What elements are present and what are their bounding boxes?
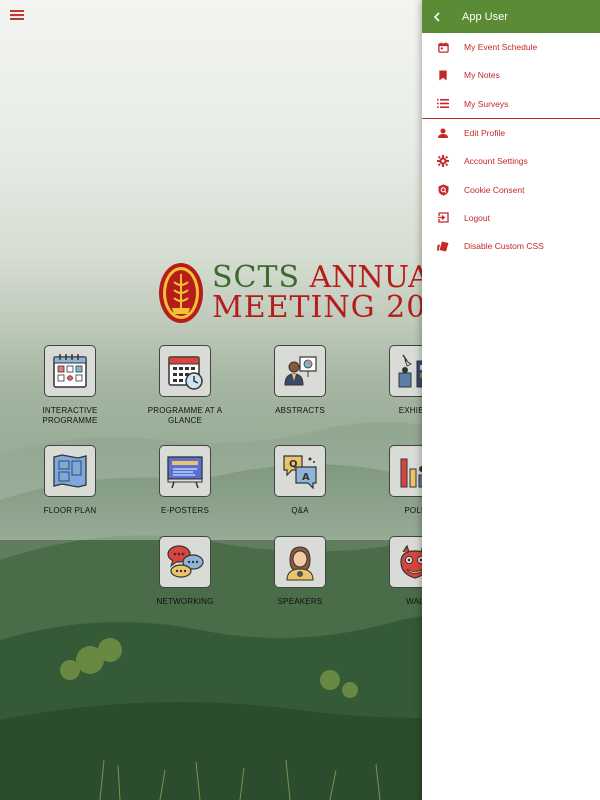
person-icon [422, 128, 464, 139]
tile-label: Q&A [291, 506, 309, 515]
tile-interactive-programme[interactable]: INTERACTIVE PROGRAMME [15, 345, 125, 426]
drawer-item-disable-custom-css[interactable]: Disable Custom CSS [422, 232, 600, 260]
calendar-icon [422, 42, 464, 53]
tile-speakers[interactable]: SPEAKERS [245, 536, 355, 607]
tile-label: ABSTRACTS [275, 406, 325, 415]
drawer-item-label: Account Settings [464, 156, 528, 167]
back-arrow-icon[interactable] [422, 0, 452, 33]
hamburger-menu-icon[interactable] [10, 10, 24, 22]
tile-label: PROGRAMME AT A GLANCE [147, 406, 223, 425]
drawer-item-label: Disable Custom CSS [464, 241, 544, 252]
qa-bubbles-icon: Q A [274, 445, 326, 497]
drawer-item-account-settings[interactable]: Account Settings [422, 147, 600, 175]
tile-abstracts[interactable]: ABSTRACTS [245, 345, 355, 416]
drawer-item-my-event-schedule[interactable]: My Event Schedule [422, 33, 600, 61]
tile-label: INTERACTIVE PROGRAMME [42, 406, 98, 425]
poster-board-icon [159, 445, 211, 497]
tile-programme-at-a-glance[interactable]: PROGRAMME AT A GLANCE [130, 345, 240, 426]
svg-text:A: A [302, 472, 310, 483]
presenter-icon [274, 345, 326, 397]
navigation-drawer: App User My Event Schedule My Notes My S… [422, 0, 600, 800]
drawer-item-label: My Event Schedule [464, 42, 538, 53]
tile-label: FLOOR PLAN [43, 506, 97, 515]
calendar-clock-icon [159, 345, 211, 397]
css-icon [422, 241, 464, 252]
floor-plan-icon [44, 445, 96, 497]
drawer-header: App User [422, 0, 600, 33]
speaker-icon [274, 536, 326, 588]
list-icon [422, 99, 464, 109]
tile-e-posters[interactable]: E-POSTERS [130, 445, 240, 516]
chat-bubbles-icon [159, 536, 211, 588]
tile-label: NETWORKING [156, 597, 214, 606]
tile-label: SPEAKERS [277, 597, 323, 606]
drawer-title: App User [462, 10, 508, 23]
drawer-item-my-surveys[interactable]: My Surveys [422, 90, 600, 118]
gear-icon [422, 155, 464, 168]
drawer-item-edit-profile[interactable]: Edit Profile [422, 119, 600, 147]
drawer-item-label: My Notes [464, 70, 500, 81]
drawer-item-cookie-consent[interactable]: Cookie Consent [422, 175, 600, 203]
shield-icon [422, 184, 464, 196]
drawer-item-my-notes[interactable]: My Notes [422, 61, 600, 89]
logout-icon [422, 212, 464, 224]
event-logo: SCTS ANNUAL MEETING 202 [158, 262, 450, 324]
drawer-item-label: Cookie Consent [464, 184, 525, 195]
tile-label: E-POSTERS [160, 506, 210, 515]
tile-floor-plan[interactable]: FLOOR PLAN [15, 445, 125, 516]
bookmark-icon [422, 70, 464, 81]
tile-qa[interactable]: Q A Q&A [245, 445, 355, 516]
scts-emblem-icon [159, 263, 203, 323]
drawer-item-logout[interactable]: Logout [422, 204, 600, 232]
drawer-menu: My Event Schedule My Notes My Surveys Ed… [422, 33, 600, 260]
calendar-planner-icon [44, 345, 96, 397]
drawer-item-label: Edit Profile [464, 128, 506, 139]
drawer-item-label: My Surveys [464, 98, 509, 109]
drawer-item-label: Logout [464, 212, 490, 223]
logo-meeting: MEETING 202 [212, 290, 447, 325]
tile-networking[interactable]: NETWORKING [130, 536, 240, 607]
